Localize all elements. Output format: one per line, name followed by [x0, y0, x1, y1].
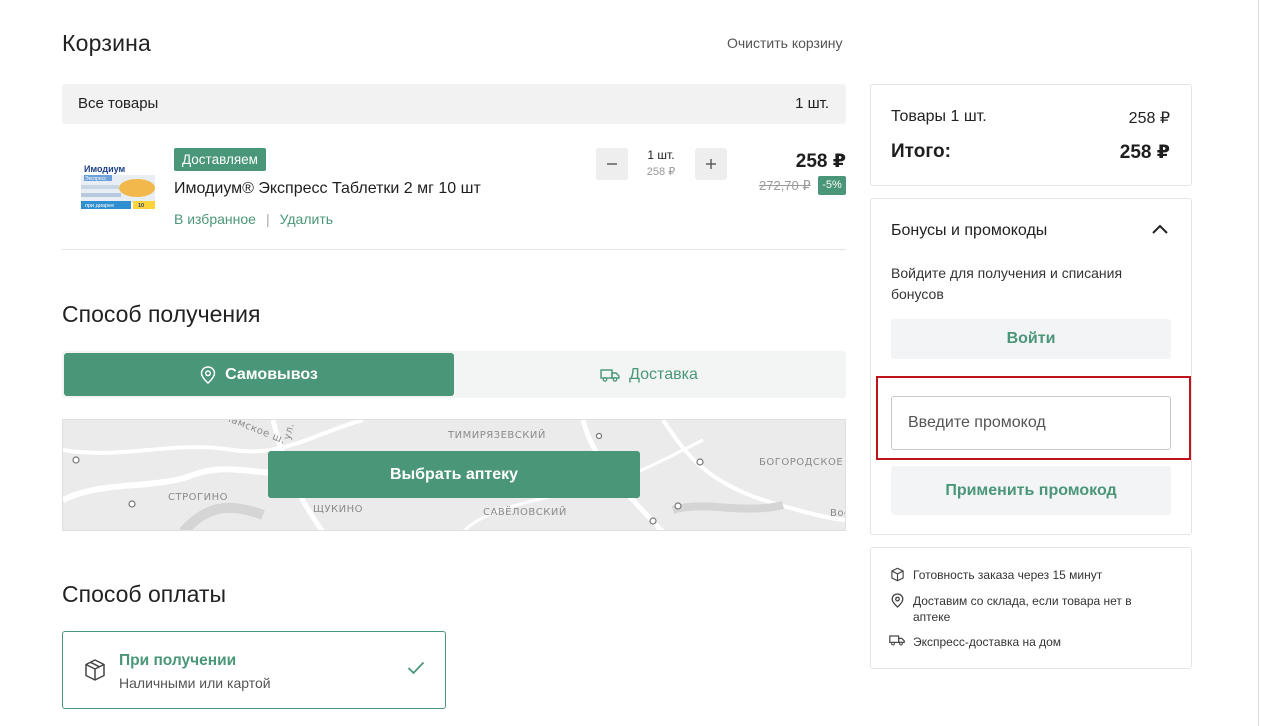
- product-image-bottom: при диарее: [85, 203, 114, 209]
- tab-delivery[interactable]: Доставка: [454, 353, 844, 396]
- map-label-strogino: СТРОГИНО: [168, 492, 228, 503]
- clear-cart-link[interactable]: Очистить корзину: [727, 35, 843, 51]
- summary-total-label: Итого:: [891, 141, 951, 162]
- tab-delivery-label: Доставка: [629, 365, 698, 383]
- truck-icon: [600, 368, 620, 382]
- product-name[interactable]: Имодиум® Экспресс Таблетки 2 мг 10 шт: [174, 180, 481, 198]
- product-image-brand: Имодиум: [84, 164, 126, 174]
- location-pin-icon: [200, 365, 216, 384]
- all-items-bar: Все товары 1 шт.: [62, 84, 846, 124]
- info-warehouse-text: Доставим со склада, если товара нет в ап…: [913, 594, 1132, 624]
- location-pin-icon: [891, 593, 903, 608]
- item-old-price: 272,70 ₽: [759, 178, 811, 193]
- payment-method-title: Способ оплаты: [62, 581, 226, 607]
- plus-icon: [706, 159, 716, 169]
- map-label-savelovsky: САВЁЛОВСКИЙ: [483, 507, 567, 518]
- payment-option-subtitle: Наличными или картой: [119, 675, 271, 691]
- tab-pickup[interactable]: Самовывоз: [64, 353, 454, 396]
- box-icon: [890, 567, 904, 582]
- discount-badge: -5%: [818, 176, 846, 195]
- product-image[interactable]: Имодиум Экспресс при диарее 10: [79, 157, 157, 214]
- add-to-favorites-link[interactable]: В избранное: [174, 211, 256, 227]
- apply-promo-button[interactable]: Применить промокод: [891, 466, 1171, 515]
- promo-code-input[interactable]: [891, 396, 1171, 450]
- truck-icon: [889, 635, 905, 646]
- info-row-readiness: Готовность заказа через 15 минут: [889, 567, 1102, 583]
- decrease-quantity-button[interactable]: [596, 148, 628, 180]
- box-icon: [85, 659, 105, 681]
- map-label-shchukino: ЩУКИНО: [313, 504, 364, 515]
- map-label-timiryazevsky: ТИМИРЯЗЕВСКИЙ: [448, 430, 546, 441]
- payment-option-on-receipt[interactable]: При получении Наличными или картой: [62, 631, 446, 709]
- tab-pickup-label: Самовывоз: [225, 365, 318, 383]
- increase-quantity-button[interactable]: [695, 148, 727, 180]
- remove-item-link[interactable]: Удалить: [280, 211, 333, 227]
- summary-items-value: 258 ₽: [1128, 110, 1170, 127]
- payment-option-title: При получении: [119, 652, 237, 669]
- all-items-count: 1 шт.: [795, 95, 829, 112]
- actions-separator: |: [265, 211, 270, 227]
- info-express-text: Экспресс-доставка на дом: [913, 635, 1062, 649]
- product-image-sub: Экспресс: [85, 176, 107, 182]
- info-row-express: Экспресс-доставка на дом: [889, 634, 1061, 650]
- choose-pharmacy-button[interactable]: Выбрать аптеку: [268, 451, 640, 498]
- checkmark-icon: [407, 661, 425, 675]
- page-title: Корзина: [62, 30, 152, 56]
- all-items-label: Все товары: [78, 95, 159, 112]
- info-readiness-text: Готовность заказа через 15 минут: [913, 568, 1103, 582]
- summary-total-value: 258 ₽: [1119, 142, 1170, 163]
- delivery-badge: Доставляем: [174, 148, 266, 171]
- bonus-panel-title: Бонусы и промокоды: [891, 222, 1048, 239]
- chevron-up-icon[interactable]: [1149, 222, 1171, 238]
- login-button[interactable]: Войти: [891, 319, 1171, 359]
- quantity-value: 1 шт.: [647, 148, 675, 162]
- product-image-count: 10: [138, 203, 144, 209]
- page-edge-divider: [1258, 0, 1259, 726]
- order-summary: Товары 1 шт. 258 ₽ Итого: 258 ₽: [870, 84, 1192, 186]
- cart-divider: [62, 249, 846, 250]
- receive-method-tabs: Самовывоз Доставка: [62, 351, 846, 398]
- product-actions: В избранное | Удалить: [174, 211, 333, 227]
- map-label-bogorodskoe: БОГОРОДСКОЕ: [759, 457, 844, 468]
- info-row-warehouse: Доставим со склада, если товара нет в ап…: [889, 593, 1149, 625]
- order-info-panel: Готовность заказа через 15 минут Достави…: [870, 547, 1192, 669]
- item-price: 258 ₽: [795, 151, 846, 172]
- minus-icon: [607, 163, 617, 165]
- map-label-edge: Вос: [830, 508, 845, 519]
- bonus-description: Войдите для получения и списания бонусов: [891, 265, 1123, 302]
- unit-price: 258 ₽: [646, 166, 676, 178]
- summary-items-label: Товары 1 шт.: [891, 108, 987, 125]
- receive-method-title: Способ получения: [62, 301, 261, 327]
